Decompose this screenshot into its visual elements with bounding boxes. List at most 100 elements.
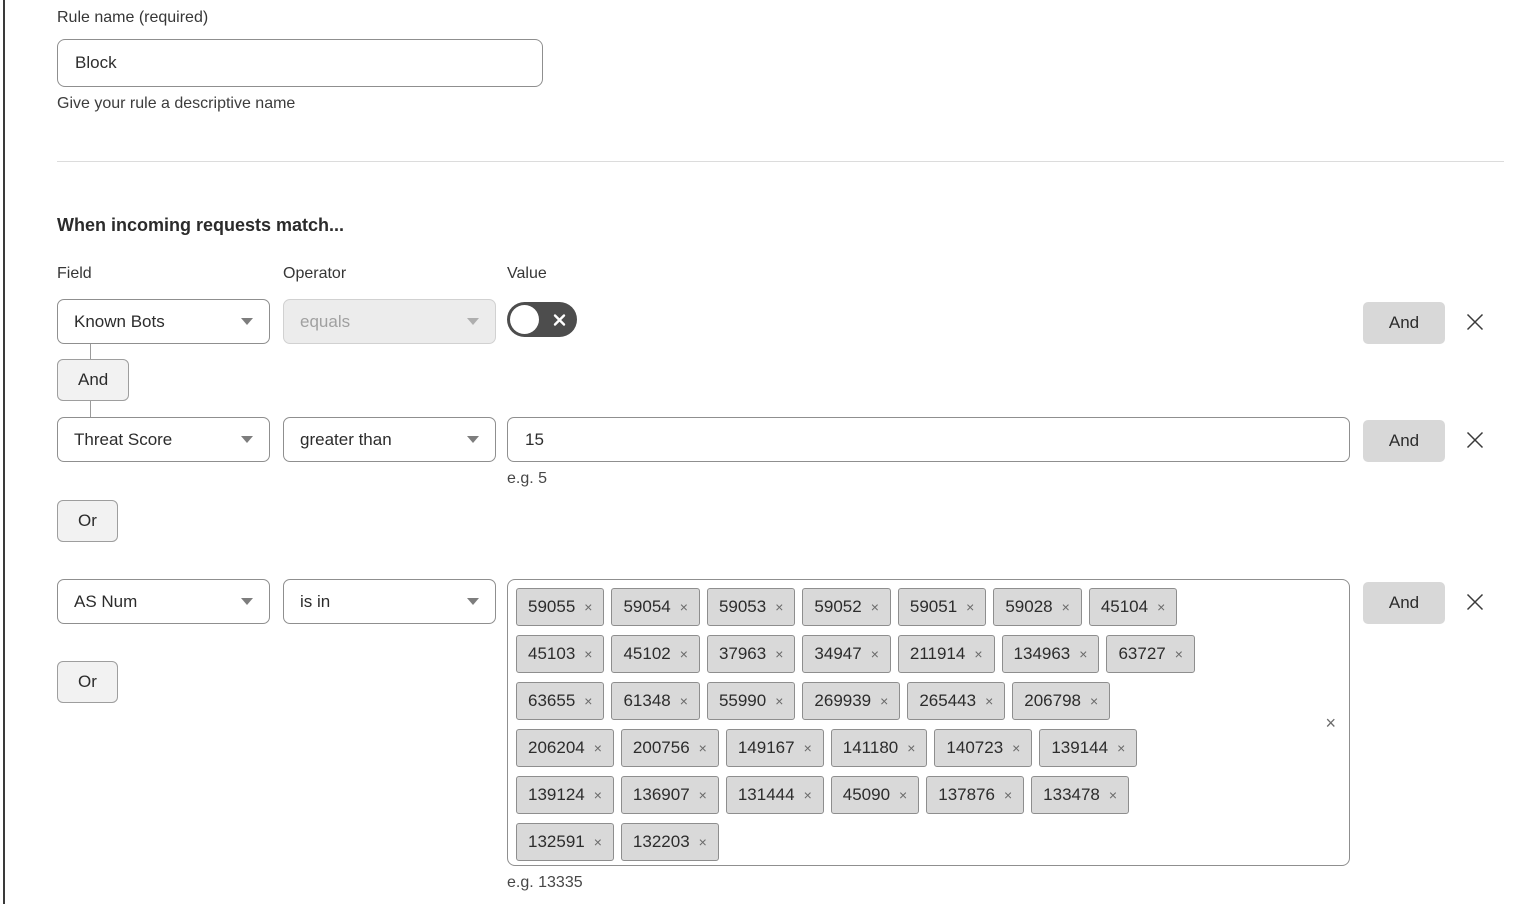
tag-remove-icon[interactable]: ×: [907, 741, 915, 755]
match-heading: When incoming requests match...: [57, 214, 1504, 236]
tag-remove-icon[interactable]: ×: [584, 600, 592, 614]
tag-remove-icon[interactable]: ×: [966, 600, 974, 614]
tag-remove-icon[interactable]: ×: [775, 647, 783, 661]
tag-remove-icon[interactable]: ×: [899, 788, 907, 802]
as-num-tag[interactable]: 45104×: [1089, 588, 1177, 626]
as-num-tag[interactable]: 269939×: [802, 682, 900, 720]
as-num-tag[interactable]: 136907×: [621, 776, 719, 814]
delete-row-icon[interactable]: [1464, 591, 1486, 613]
tag-remove-icon[interactable]: ×: [680, 647, 688, 661]
tag-remove-icon[interactable]: ×: [1157, 600, 1165, 614]
tag-remove-icon[interactable]: ×: [594, 835, 602, 849]
value-toggle-off[interactable]: [507, 302, 577, 337]
delete-row-icon[interactable]: [1464, 311, 1486, 333]
operator-select-value: is in: [300, 592, 330, 612]
field-select-known-bots[interactable]: Known Bots: [57, 299, 270, 344]
connector-or-button[interactable]: Or: [57, 661, 118, 703]
as-num-tag[interactable]: 206798×: [1012, 682, 1110, 720]
as-num-tag[interactable]: 61348×: [611, 682, 699, 720]
clear-tags-icon[interactable]: ×: [1325, 714, 1336, 732]
as-num-tag[interactable]: 45090 ×: [831, 776, 919, 814]
as-num-tag[interactable]: 59051×: [898, 588, 986, 626]
as-num-tag[interactable]: 134963×: [1002, 635, 1100, 673]
as-num-tag[interactable]: 132203×: [621, 823, 719, 861]
tag-remove-icon[interactable]: ×: [680, 600, 688, 614]
as-num-tag[interactable]: 59053×: [707, 588, 795, 626]
tag-remove-icon[interactable]: ×: [1079, 647, 1087, 661]
connector-and-button[interactable]: And: [57, 359, 129, 401]
tag-remove-icon[interactable]: ×: [804, 788, 812, 802]
tag-remove-icon[interactable]: ×: [584, 694, 592, 708]
as-num-tag[interactable]: 149167×: [726, 729, 824, 767]
operator-select-greater-than[interactable]: greater than: [283, 417, 496, 462]
as-num-tag[interactable]: 131444×: [726, 776, 824, 814]
tag-label: 45090: [843, 785, 890, 805]
tag-remove-icon[interactable]: ×: [680, 694, 688, 708]
rule-name-input[interactable]: [57, 39, 543, 87]
tag-remove-icon[interactable]: ×: [699, 788, 707, 802]
as-num-tag[interactable]: 139144×: [1039, 729, 1137, 767]
operator-select-value: equals: [300, 312, 350, 332]
chevron-down-icon: [467, 598, 479, 605]
connector-or-button[interactable]: Or: [57, 500, 118, 542]
as-num-tag[interactable]: 133478×: [1031, 776, 1129, 814]
tag-remove-icon[interactable]: ×: [775, 600, 783, 614]
as-num-tag[interactable]: 200756×: [621, 729, 719, 767]
as-num-tag[interactable]: 59054×: [611, 588, 699, 626]
add-and-button[interactable]: And: [1363, 582, 1445, 624]
tag-remove-icon[interactable]: ×: [804, 741, 812, 755]
field-select-threat-score[interactable]: Threat Score: [57, 417, 270, 462]
as-num-tag[interactable]: 137876×: [926, 776, 1024, 814]
tag-remove-icon[interactable]: ×: [1090, 694, 1098, 708]
as-num-tag[interactable]: 265443×: [907, 682, 1005, 720]
tag-remove-icon[interactable]: ×: [775, 694, 783, 708]
tag-remove-icon[interactable]: ×: [1012, 741, 1020, 755]
as-num-tag[interactable]: 37963 ×: [707, 635, 795, 673]
tag-remove-icon[interactable]: ×: [1109, 788, 1117, 802]
as-num-tag[interactable]: 141180×: [831, 729, 928, 767]
tag-remove-icon[interactable]: ×: [1062, 600, 1070, 614]
as-num-tag[interactable]: 59028 ×: [993, 588, 1081, 626]
field-select-value: Threat Score: [74, 430, 172, 450]
operator-select-equals-disabled: equals: [283, 299, 496, 344]
tag-label: 206204: [528, 738, 585, 758]
as-num-tag[interactable]: 140723×: [934, 729, 1032, 767]
tag-remove-icon[interactable]: ×: [699, 741, 707, 755]
field-select-as-num[interactable]: AS Num: [57, 579, 270, 624]
as-num-tags[interactable]: 59055×59054×59053×59052×59051×59028×4510…: [507, 579, 1350, 866]
operator-select-is-in[interactable]: is in: [283, 579, 496, 624]
tag-label: 37963: [719, 644, 766, 664]
tag-remove-icon[interactable]: ×: [1004, 788, 1012, 802]
as-num-tag[interactable]: 63655×: [516, 682, 604, 720]
tag-remove-icon[interactable]: ×: [594, 788, 602, 802]
tag-remove-icon[interactable]: ×: [699, 835, 707, 849]
tag-remove-icon[interactable]: ×: [871, 600, 879, 614]
as-num-tag[interactable]: 55990×: [707, 682, 795, 720]
as-num-tag[interactable]: 59055×: [516, 588, 604, 626]
rule-name-label: Rule name (required): [57, 0, 1504, 27]
as-num-tag[interactable]: 132591×: [516, 823, 614, 861]
value-input-threat-score[interactable]: [507, 417, 1350, 462]
as-num-tag[interactable]: 206204 ×: [516, 729, 614, 767]
add-and-button[interactable]: And: [1363, 420, 1445, 462]
as-num-tag[interactable]: 139124×: [516, 776, 614, 814]
tag-remove-icon[interactable]: ×: [974, 647, 982, 661]
add-and-button[interactable]: And: [1363, 302, 1445, 344]
as-num-tag[interactable]: 34947×: [802, 635, 890, 673]
tag-remove-icon[interactable]: ×: [985, 694, 993, 708]
tag-remove-icon[interactable]: ×: [880, 694, 888, 708]
tag-remove-icon[interactable]: ×: [1117, 741, 1125, 755]
as-num-tag[interactable]: 63727 ×: [1106, 635, 1194, 673]
as-num-tag[interactable]: 45103×: [516, 635, 604, 673]
tag-label: 59028: [1005, 597, 1052, 617]
as-num-tag[interactable]: 211914×: [898, 635, 995, 673]
tag-label: 63727: [1118, 644, 1165, 664]
tag-remove-icon[interactable]: ×: [871, 647, 879, 661]
tag-remove-icon[interactable]: ×: [1175, 647, 1183, 661]
field-select-value: Known Bots: [74, 312, 165, 332]
tag-remove-icon[interactable]: ×: [584, 647, 592, 661]
as-num-tag[interactable]: 45102×: [611, 635, 699, 673]
tag-remove-icon[interactable]: ×: [594, 741, 602, 755]
delete-row-icon[interactable]: [1464, 429, 1486, 451]
as-num-tag[interactable]: 59052×: [802, 588, 890, 626]
